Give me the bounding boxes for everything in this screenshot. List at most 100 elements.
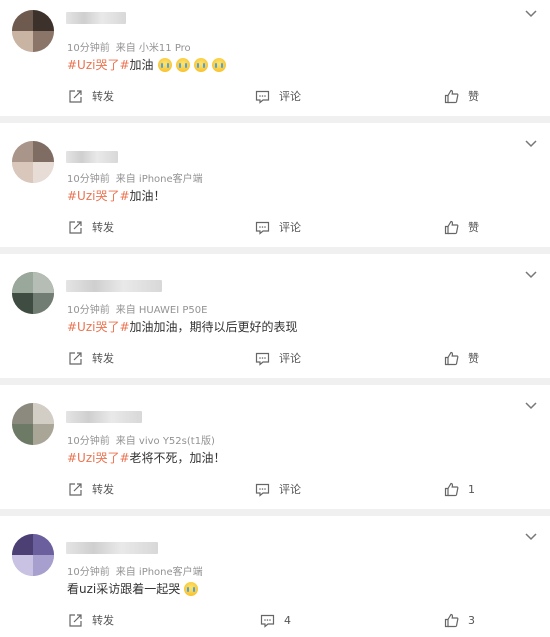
comment-label: 评论 — [279, 352, 301, 365]
post-meta: 10分钟前 来自 vivo Y52s(t1版) — [67, 432, 221, 447]
crying-emoji-icon — [193, 57, 208, 72]
repost-label: 转发 — [92, 483, 114, 496]
username-blurred[interactable] — [66, 280, 162, 292]
post-meta: 10分钟前 来自 iPhone客户端 — [67, 563, 209, 578]
chevron-down-icon[interactable] — [524, 269, 538, 279]
action-bar: 转发 评论 1 — [0, 479, 550, 499]
action-bar: 转发 评论 赞 — [0, 86, 550, 106]
action-bar: 转发 评论 赞 — [0, 217, 550, 237]
comment-icon — [255, 483, 270, 497]
thumbs-up-icon — [444, 89, 459, 103]
post-card: 10分钟前 来自 小米11 Pro #Uzi哭了# 加油 转发 评论 赞 — [0, 0, 550, 116]
action-bar: 转发 评论 赞 — [0, 348, 550, 368]
chevron-down-icon[interactable] — [524, 531, 538, 541]
repost-button[interactable]: 转发 — [68, 217, 114, 237]
crying-emoji-icon — [175, 57, 190, 72]
post-card: 10分钟前 来自 iPhone客户端 #Uzi哭了# 加油！ 转发 评论 赞 — [0, 123, 550, 247]
like-label: 赞 — [468, 90, 479, 103]
thumbs-up-icon — [444, 482, 459, 496]
post-time[interactable]: 10分钟前 — [67, 305, 110, 316]
crying-emoji-icon — [211, 57, 226, 72]
weibo-feed: 10分钟前 来自 小米11 Pro #Uzi哭了# 加油 转发 评论 赞 10分… — [0, 0, 550, 637]
comment-label: 评论 — [279, 483, 301, 496]
post-time[interactable]: 10分钟前 — [67, 567, 110, 578]
username-blurred[interactable] — [66, 542, 158, 554]
avatar[interactable] — [12, 272, 54, 314]
repost-button[interactable]: 转发 — [68, 348, 114, 368]
post-card: 10分钟前 来自 iPhone客户端 看uzi采访跟着一起哭 转发 4 3 — [0, 516, 550, 637]
comment-icon — [255, 90, 270, 104]
comment-button[interactable]: 评论 — [255, 348, 301, 368]
hashtag-link[interactable]: #Uzi哭了# — [67, 449, 130, 466]
comment-count: 4 — [284, 613, 291, 627]
crying-emoji-icon — [184, 581, 199, 596]
post-content: 看uzi采访跟着一起哭 — [67, 580, 199, 597]
avatar[interactable] — [12, 10, 54, 52]
post-content: #Uzi哭了# 老将不死，加油！ — [67, 449, 226, 466]
post-content: #Uzi哭了# 加油 — [67, 56, 226, 73]
post-source: 来自 HUAWEI P50E — [115, 305, 208, 316]
post-time[interactable]: 10分钟前 — [67, 436, 110, 447]
hashtag-link[interactable]: #Uzi哭了# — [67, 187, 130, 204]
repost-label: 转发 — [92, 90, 114, 103]
username-blurred[interactable] — [66, 12, 126, 24]
like-label: 赞 — [468, 352, 479, 365]
repost-icon — [69, 482, 82, 496]
post-source: 来自 vivo Y52s(t1版) — [115, 436, 215, 447]
post-content: #Uzi哭了# 加油加油，期待以后更好的表现 — [67, 318, 298, 335]
username-blurred[interactable] — [66, 411, 142, 423]
thumbs-up-icon — [444, 351, 459, 365]
avatar[interactable] — [12, 141, 54, 183]
repost-label: 转发 — [92, 221, 114, 234]
repost-button[interactable]: 转发 — [68, 86, 114, 106]
action-bar: 转发 4 3 — [0, 610, 550, 630]
post-time[interactable]: 10分钟前 — [67, 174, 110, 185]
comment-button[interactable]: 4 — [260, 610, 291, 630]
thumbs-up-icon — [444, 220, 459, 234]
like-button[interactable]: 1 — [444, 479, 475, 499]
comment-icon — [260, 614, 275, 628]
repost-icon — [69, 613, 82, 627]
post-card: 10分钟前 来自 vivo Y52s(t1版) #Uzi哭了# 老将不死，加油！ 转… — [0, 385, 550, 509]
like-button[interactable]: 赞 — [444, 348, 479, 368]
post-card: 10分钟前 来自 HUAWEI P50E #Uzi哭了# 加油加油，期待以后更好的表… — [0, 254, 550, 378]
post-content: #Uzi哭了# 加油！ — [67, 187, 166, 204]
like-count: 3 — [468, 613, 475, 627]
repost-icon — [69, 89, 82, 103]
post-text: 加油！ — [129, 189, 166, 203]
chevron-down-icon[interactable] — [524, 400, 538, 410]
username-blurred[interactable] — [66, 151, 118, 163]
repost-icon — [69, 351, 82, 365]
thumbs-up-icon — [444, 613, 459, 627]
post-text: 加油加油，期待以后更好的表现 — [129, 320, 298, 334]
post-meta: 10分钟前 来自 小米11 Pro — [67, 39, 197, 54]
like-button[interactable]: 3 — [444, 610, 475, 630]
comment-button[interactable]: 评论 — [255, 86, 301, 106]
post-source: 来自 iPhone客户端 — [115, 567, 203, 578]
chevron-down-icon[interactable] — [524, 8, 538, 18]
avatar[interactable] — [12, 534, 54, 576]
repost-icon — [69, 220, 82, 234]
hashtag-link[interactable]: #Uzi哭了# — [67, 56, 130, 73]
post-source: 来自 小米11 Pro — [115, 43, 191, 54]
post-text: 看uzi采访跟着一起哭 — [67, 582, 181, 596]
comment-button[interactable]: 评论 — [255, 479, 301, 499]
like-button[interactable]: 赞 — [444, 86, 479, 106]
repost-button[interactable]: 转发 — [68, 610, 114, 630]
post-text: 加油 — [129, 58, 154, 72]
comment-button[interactable]: 评论 — [255, 217, 301, 237]
like-button[interactable]: 赞 — [444, 217, 479, 237]
repost-label: 转发 — [92, 614, 114, 627]
post-time[interactable]: 10分钟前 — [67, 43, 110, 54]
avatar[interactable] — [12, 403, 54, 445]
repost-button[interactable]: 转发 — [68, 479, 114, 499]
chevron-down-icon[interactable] — [524, 138, 538, 148]
hashtag-link[interactable]: #Uzi哭了# — [67, 318, 130, 335]
comment-label: 评论 — [279, 90, 301, 103]
post-meta: 10分钟前 来自 HUAWEI P50E — [67, 301, 213, 316]
crying-emoji-icon — [157, 57, 172, 72]
repost-label: 转发 — [92, 352, 114, 365]
like-count: 1 — [468, 482, 475, 496]
comment-icon — [255, 221, 270, 235]
post-source: 来自 iPhone客户端 — [115, 174, 203, 185]
